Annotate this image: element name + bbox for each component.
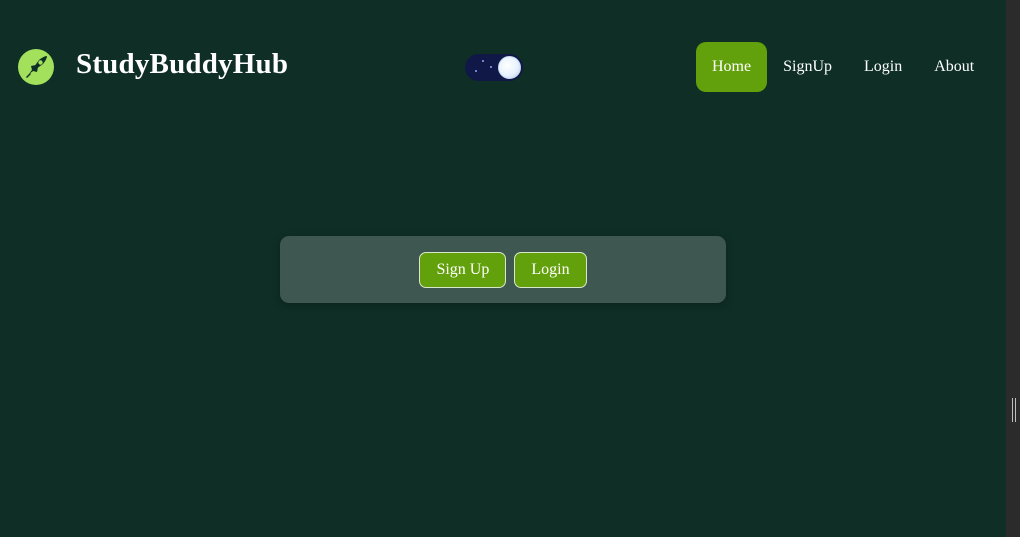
- nav-login[interactable]: Login: [848, 42, 918, 92]
- main-nav: Home SignUp Login About: [696, 42, 990, 92]
- auth-panel: Sign Up Login: [280, 236, 726, 303]
- star-icon: [490, 66, 492, 68]
- moon-icon: [498, 56, 521, 79]
- brand-title[interactable]: StudyBuddyHub: [76, 48, 288, 81]
- rocket-icon[interactable]: [17, 48, 55, 86]
- nav-about[interactable]: About: [918, 42, 990, 92]
- scrollbar[interactable]: [1006, 0, 1020, 537]
- scroll-grip-icon[interactable]: [1012, 398, 1016, 422]
- star-icon: [482, 60, 484, 62]
- login-button[interactable]: Login: [514, 252, 587, 288]
- star-icon: [475, 70, 477, 72]
- theme-toggle[interactable]: [465, 54, 523, 81]
- page: StudyBuddyHub Home SignUp Login About Si…: [0, 0, 1006, 537]
- nav-home[interactable]: Home: [696, 42, 768, 92]
- signup-button[interactable]: Sign Up: [419, 252, 507, 288]
- nav-signup[interactable]: SignUp: [767, 42, 848, 92]
